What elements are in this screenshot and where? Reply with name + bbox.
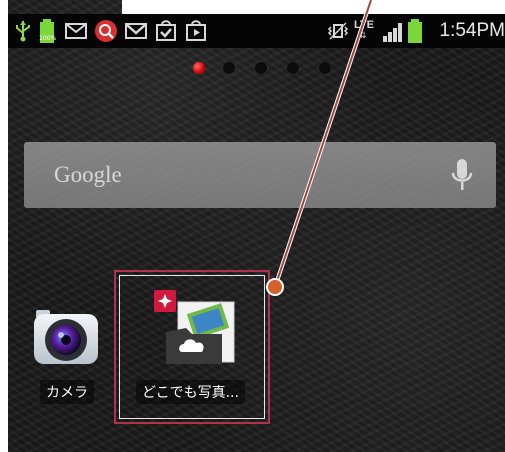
battery-icon [408, 19, 422, 43]
clock-time: 1:54PM [439, 20, 505, 41]
usb-icon [16, 21, 30, 42]
gmail-icon [125, 23, 147, 39]
vibrate-mute-icon [327, 22, 349, 40]
data-arrows-icon: ⇅ [359, 31, 367, 41]
play-store-icon [186, 20, 206, 41]
mail-icon [65, 23, 87, 39]
page-dot-1 [193, 62, 205, 74]
app-camera[interactable]: カメラ [30, 300, 102, 408]
signal-icon [383, 23, 402, 42]
highlight-inner-border [119, 275, 265, 419]
search-app-icon [95, 20, 117, 42]
search-label: Google [54, 162, 122, 187]
network-type-text: LTE [354, 19, 374, 31]
google-search-widget[interactable]: Google [24, 142, 496, 208]
battery-full-icon: 100% [38, 19, 56, 43]
page-dot-5 [319, 62, 331, 74]
lte-icon: LTE ⇅ [354, 19, 380, 43]
status-bar: 100% LTE ⇅ 1:54PM [8, 14, 505, 48]
microphone-icon[interactable] [450, 157, 474, 193]
camera-app-icon [34, 310, 98, 364]
app-label-camera: カメラ [40, 380, 94, 404]
page-dot-4 [287, 62, 299, 74]
page-dot-2 [223, 62, 235, 74]
task-check-icon [156, 20, 176, 41]
page-dot-3 [255, 62, 267, 74]
screenshot-margin [122, 0, 505, 14]
battery-percent-text: 100% [39, 35, 57, 42]
